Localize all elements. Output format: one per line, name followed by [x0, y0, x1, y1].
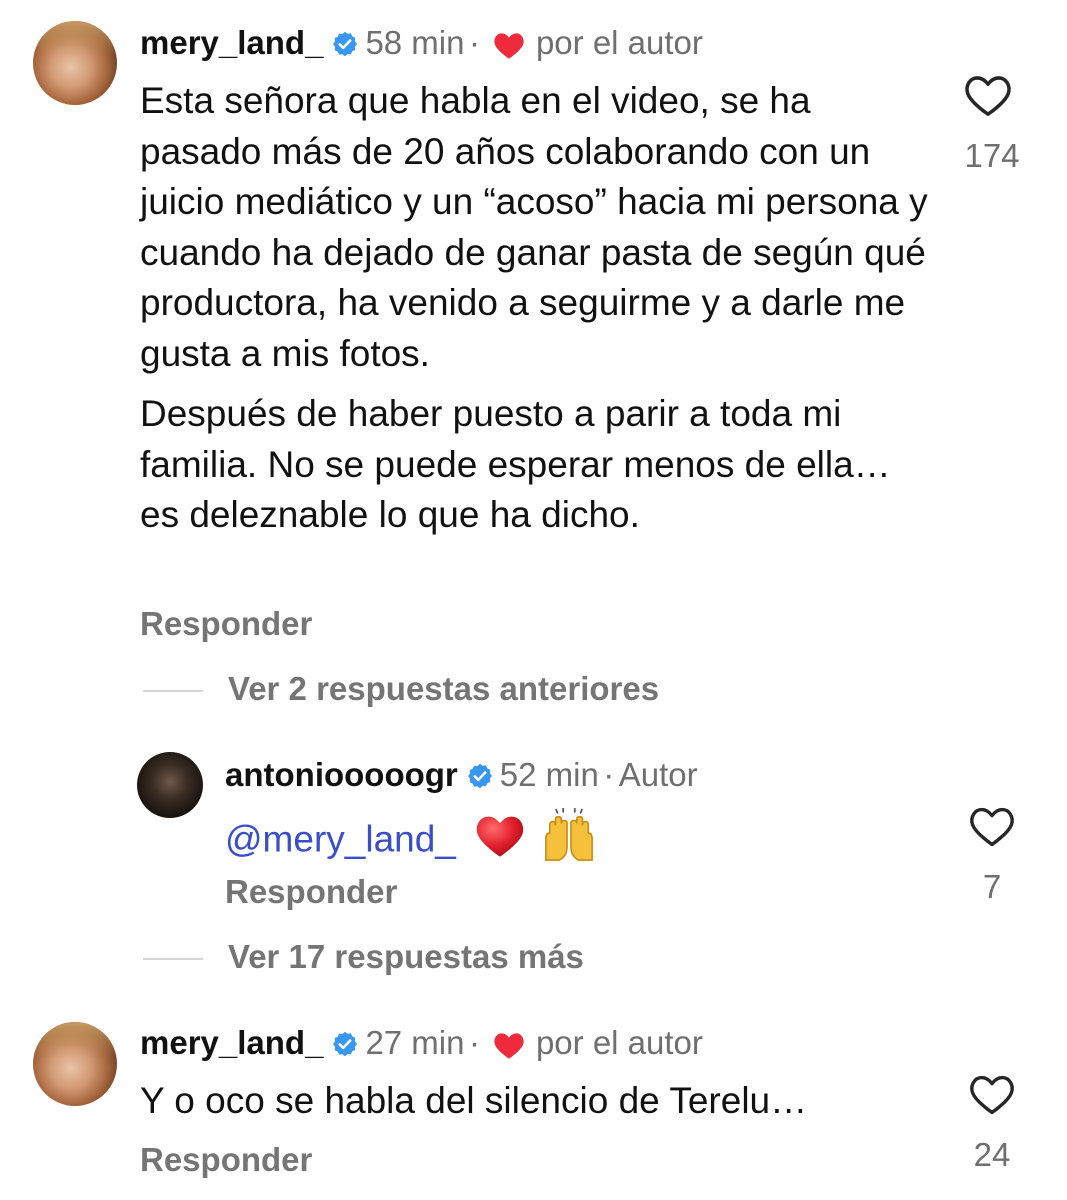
avatar[interactable]: [33, 1022, 117, 1106]
comment-time: 58 min: [365, 24, 465, 61]
thread-line: [143, 690, 203, 692]
comment-body: @mery_land_: [225, 807, 598, 876]
verified-badge-icon: [331, 30, 359, 63]
reply-button[interactable]: Responder: [140, 605, 312, 643]
comment-header: mery_land_ 27 min · por el autor: [140, 1024, 703, 1067]
red-heart-icon: [492, 30, 526, 65]
heart-outline-icon: [968, 1075, 1016, 1120]
view-previous-replies[interactable]: Ver 2 respuestas anteriores: [228, 670, 659, 708]
like-count: 7: [982, 868, 1002, 905]
like-count: 24: [973, 1136, 1011, 1173]
reply-button[interactable]: Responder: [225, 873, 397, 911]
avatar[interactable]: [137, 752, 203, 818]
comment-time: 52 min: [499, 756, 599, 793]
like-count: 174: [964, 137, 1020, 174]
mention-link[interactable]: @mery_land_: [225, 819, 456, 860]
verified-badge-icon: [466, 762, 494, 795]
liked-by-author-label: por el autor: [535, 1024, 703, 1061]
comment-text: Y o oco se habla del silencio de Terelu…: [140, 1080, 808, 1121]
avatar[interactable]: [33, 21, 117, 105]
reply-button[interactable]: Responder: [140, 1141, 312, 1179]
comment-header: mery_land_ 58 min · por el autor: [140, 24, 703, 67]
verified-badge-icon: [331, 1030, 359, 1063]
liked-by-author-label: por el autor: [535, 24, 703, 61]
view-more-replies[interactable]: Ver 17 respuestas más: [228, 938, 584, 976]
like-button[interactable]: [963, 72, 1013, 123]
username[interactable]: mery_land_: [140, 1024, 323, 1061]
separator: ·: [468, 1024, 480, 1061]
comment-paragraph: Esta señora que habla en el video, se ha…: [140, 80, 928, 374]
separator: ·: [468, 24, 480, 61]
comment-body: Esta señora que habla en el video, se ha…: [140, 76, 940, 541]
raising-hands-emoji: [540, 807, 598, 876]
comment-paragraph: Después de haber puesto a parir a toda m…: [140, 393, 891, 535]
separator: ·: [603, 756, 615, 793]
like-button[interactable]: [968, 1072, 1016, 1121]
comment-body: Y o oco se habla del silencio de Terelu…: [140, 1076, 807, 1127]
heart-outline-icon: [963, 76, 1013, 122]
comment-time: 27 min: [365, 1024, 465, 1061]
thread-line: [143, 958, 203, 960]
username[interactable]: mery_land_: [140, 24, 323, 61]
red-heart-emoji: [474, 811, 526, 873]
author-badge: Autor: [618, 756, 698, 793]
red-heart-icon: [492, 1030, 526, 1065]
heart-outline-icon: [968, 807, 1016, 852]
comment-header: antoniooooogr 52 min · Autor: [225, 756, 698, 798]
username[interactable]: antoniooooogr: [225, 756, 458, 793]
like-button[interactable]: [968, 804, 1016, 853]
